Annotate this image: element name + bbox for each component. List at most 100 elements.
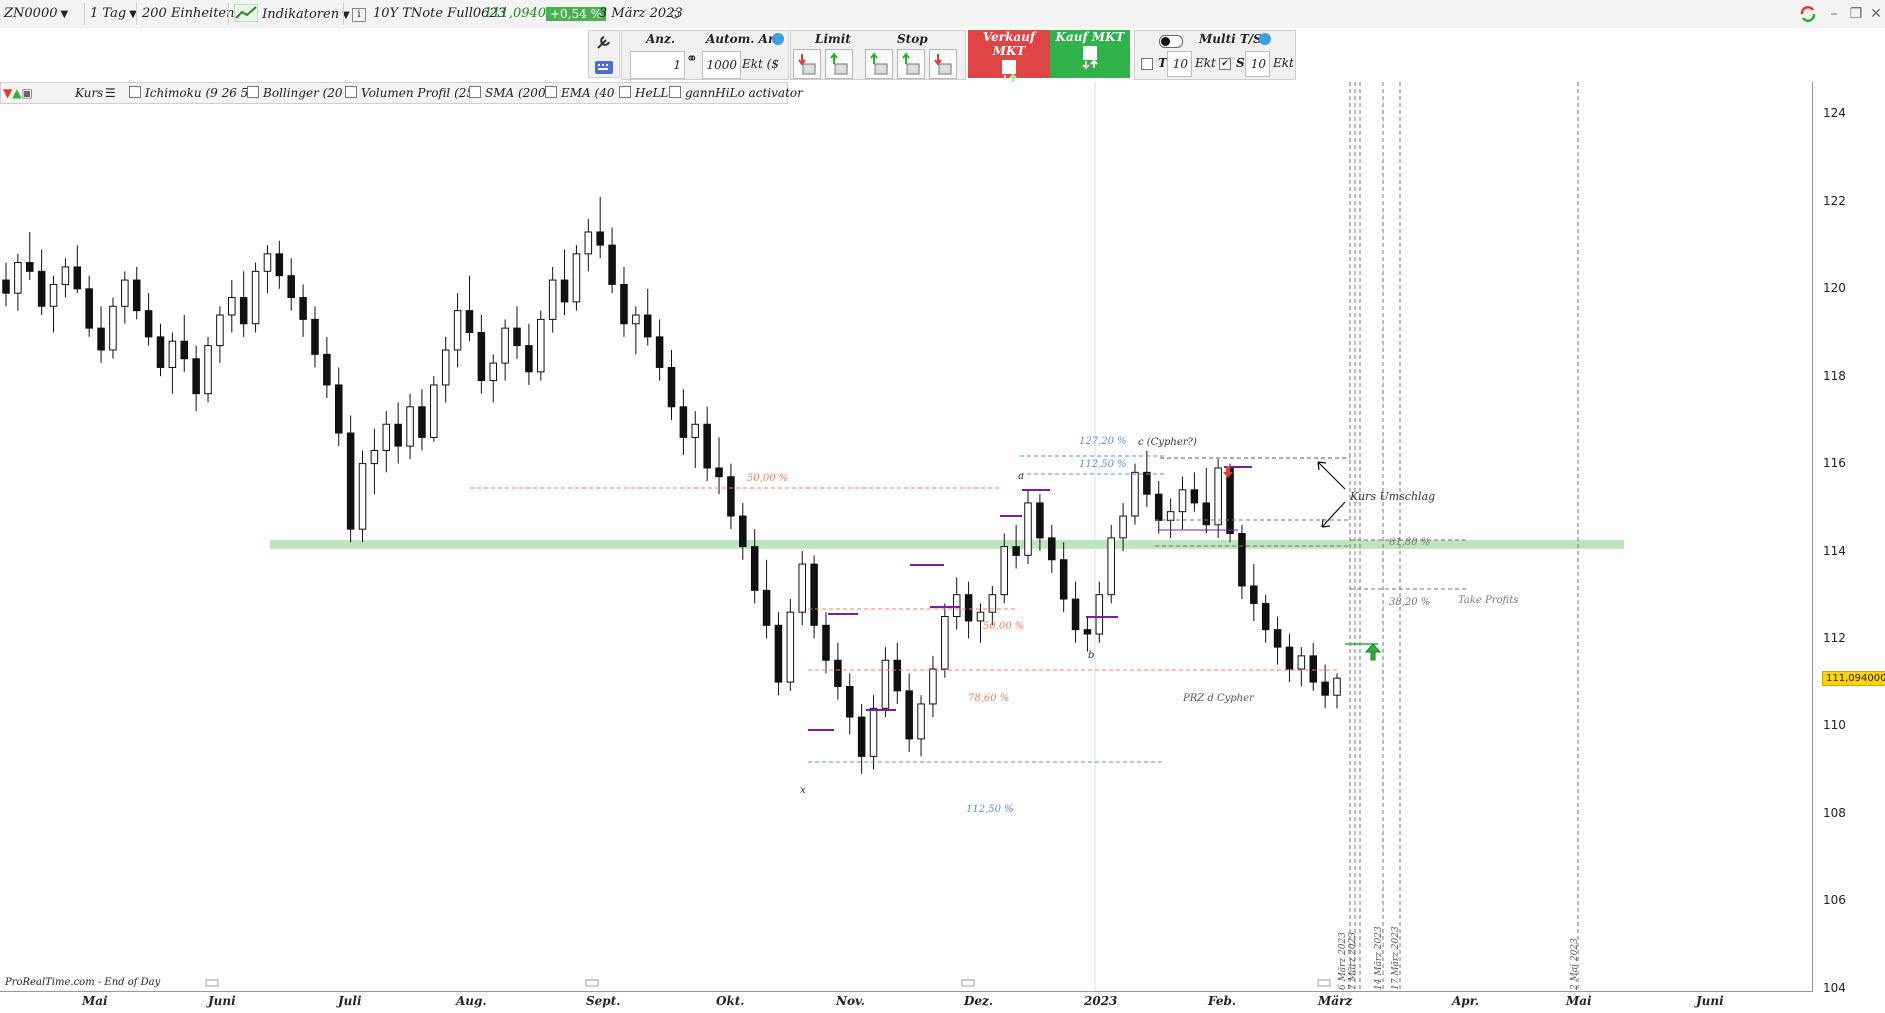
candle-body [2, 279, 10, 294]
candle-body [168, 340, 177, 368]
chat-icon[interactable] [772, 33, 784, 45]
indicators-label: Indikatoren [262, 7, 340, 22]
candle-body [513, 327, 521, 347]
chat-icon[interactable] [1259, 33, 1271, 45]
indicator-volume-profile[interactable]: Volumen Profil (25 [345, 83, 474, 103]
units-selector[interactable]: 200 Einheiten▼ [142, 4, 245, 24]
candle-body [1321, 681, 1329, 696]
stop-buy-button[interactable] [929, 49, 957, 79]
t-checkbox[interactable] [1141, 58, 1153, 70]
qty-label: Anz. [646, 32, 676, 46]
x-tick: Dez. [964, 994, 994, 1008]
wrench-icon[interactable] [589, 31, 619, 53]
candle-body [453, 310, 462, 351]
candle-body [548, 279, 557, 320]
candle-body [1226, 467, 1234, 535]
symbol-selector[interactable]: ZN0000 ▼ [4, 4, 68, 24]
timeframe-label: 1 Tag [90, 6, 127, 21]
candle-body [1024, 502, 1032, 556]
s-checkbox[interactable]: ✔ [1219, 58, 1231, 70]
indicator-hell[interactable]: HeLL [619, 83, 669, 103]
candle-body [1297, 655, 1306, 670]
event-flag-icon [1317, 979, 1331, 987]
candle-body [750, 546, 759, 591]
candle-body [822, 624, 830, 661]
list-icon[interactable]: ☰ [105, 83, 116, 103]
candle-body [501, 327, 509, 364]
close-icon[interactable]: ✕ [1866, 4, 1885, 24]
candle-body [976, 611, 985, 622]
multi-toggle[interactable] [1159, 35, 1183, 48]
candle-body [632, 314, 640, 325]
x-tick: Mai [1566, 994, 1592, 1008]
price-axis[interactable]: 124 122 120 118 116 114 112 110 108 106 … [1812, 82, 1885, 995]
candle-body [216, 314, 224, 347]
auto-qty-input[interactable]: 1000 [702, 51, 741, 79]
candle-body [25, 262, 34, 272]
main-toolbar: ZN0000▼ 1 Tag▼ 200 Einheiten▼ Indikatore… [0, 0, 1885, 29]
minimize-icon[interactable]: – [1824, 4, 1844, 24]
indicator-chart-icon [233, 3, 259, 23]
limit-sell-button[interactable] [793, 49, 821, 79]
price-indicator-label[interactable]: Kurs [75, 83, 103, 103]
sell-market-label: Verkauf MKT [982, 30, 1036, 58]
x-tick: Juni [1696, 994, 1724, 1008]
prz-label: PRZ d Cypher [1183, 693, 1254, 704]
indicator-bollinger[interactable]: Bollinger (20 2 [247, 83, 354, 103]
pointer-arrow [1321, 501, 1346, 528]
candle-body [358, 463, 367, 530]
candle-body [1154, 493, 1163, 521]
s-input[interactable]: 10 [1245, 51, 1270, 77]
candle-body [655, 336, 664, 368]
candle-body [1178, 489, 1187, 513]
candle-body [406, 406, 414, 447]
t-input[interactable]: 10 [1167, 51, 1192, 77]
keyboard-icon[interactable] [589, 57, 619, 79]
price-chart[interactable] [0, 82, 1812, 1013]
candle-body [1059, 559, 1068, 600]
indicator-gannhilo[interactable]: gannHiLo activator [669, 83, 803, 103]
sync-icon[interactable] [1798, 4, 1818, 24]
candle-body [418, 406, 426, 438]
candle-body [14, 262, 22, 294]
event-flag-icon [205, 979, 219, 987]
timeframe-selector[interactable]: 1 Tag ▼ [90, 4, 137, 24]
symbol-label: ZN0000 [4, 6, 58, 21]
clock-icon: ○ [670, 7, 680, 20]
candle-body [394, 423, 402, 447]
info-icon[interactable]: i [352, 4, 366, 24]
indicator-ema[interactable]: EMA (40 [545, 83, 614, 103]
b-point-label: b [1088, 650, 1095, 661]
candle-body [810, 563, 818, 626]
candle-body [786, 611, 795, 683]
x-tick: Juli [338, 994, 362, 1008]
buy-market-button[interactable]: Kauf MKT [1050, 30, 1130, 78]
vline-date-label: 2 Mai 2023 [1570, 938, 1580, 990]
down-arrow-icon[interactable]: ▼▲▣ [3, 83, 33, 103]
x-tick: Juni [208, 994, 236, 1008]
candle-body [620, 283, 628, 325]
candle-body [715, 467, 723, 478]
candle-body [881, 659, 890, 709]
candle-body [1333, 677, 1341, 696]
candle-body [49, 283, 58, 307]
t-unit: Ekt [1195, 56, 1216, 70]
candle-body [739, 515, 747, 548]
link-icon[interactable]: ⚭ [686, 51, 698, 77]
candle-body [845, 685, 854, 718]
sell-market-button[interactable]: Verkauf MKT [968, 30, 1050, 84]
candle-body [1214, 467, 1222, 526]
candle-body [382, 423, 391, 451]
restore-icon[interactable]: ❐ [1846, 4, 1866, 24]
vline-date-label: 6 März 2023 [1338, 932, 1348, 990]
candle-body [239, 297, 248, 325]
stop-limit-button[interactable] [897, 49, 925, 79]
indicator-sma[interactable]: SMA (200 [469, 83, 546, 103]
candle-body [762, 589, 771, 626]
indicators-button[interactable]: Indikatoren ▼ [233, 3, 350, 24]
qty-input[interactable]: 1 [630, 51, 685, 79]
indicator-ichimoku[interactable]: Ichimoku (9 26 52, [129, 83, 260, 103]
stop-sell-button[interactable] [865, 49, 893, 79]
c-point-label: c (Cypher?) [1138, 437, 1197, 448]
limit-buy-button[interactable] [825, 49, 853, 79]
